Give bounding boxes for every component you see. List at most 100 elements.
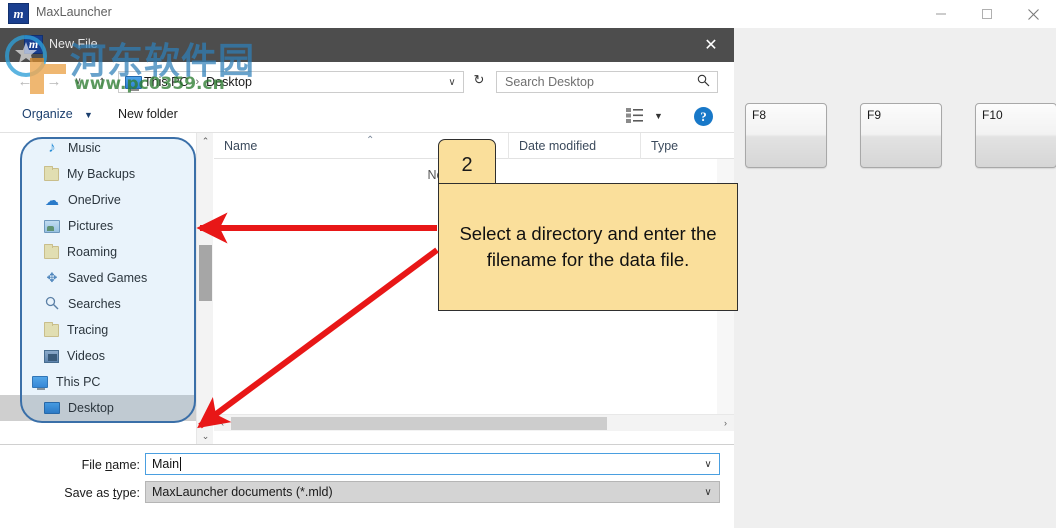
folder-icon xyxy=(44,243,59,259)
nav-item-videos[interactable]: Videos xyxy=(0,343,196,369)
desktop-icon xyxy=(44,402,60,414)
nav-item-label: Videos xyxy=(67,349,105,363)
nav-item-label: Roaming xyxy=(67,245,118,259)
file-name-input[interactable]: Main ∨ xyxy=(145,453,720,475)
command-bar: Organize ▼ New folder ▼ ? xyxy=(0,100,734,132)
navigation-list: ♪ Music My Backups ☁ OneDrive Pictures R… xyxy=(0,135,196,421)
navigation-bar: ← → ∨ ↑ This PC › Desktop ∨ ↻ Search Des… xyxy=(0,62,734,100)
nav-item-label: Searches xyxy=(68,297,121,311)
new-folder-button[interactable]: New folder xyxy=(118,107,178,121)
fkey-label: F10 xyxy=(982,108,1003,122)
sort-indicator-icon: ⌃ xyxy=(366,135,375,146)
maxlauncher-icon: m xyxy=(8,3,29,24)
folder-icon xyxy=(44,321,59,337)
column-header-date-modified[interactable]: Date modified xyxy=(508,133,640,159)
nav-buttons: ← → ∨ ↑ xyxy=(12,69,115,93)
minimize-icon[interactable] xyxy=(918,0,964,28)
scrollbar-thumb[interactable] xyxy=(199,245,212,301)
file-name-label: File name: xyxy=(81,458,140,472)
search-placeholder: Search Desktop xyxy=(505,75,594,89)
fkey-button[interactable]: F8 xyxy=(745,103,827,168)
annotation-text: Select a directory and enter the filenam… xyxy=(459,222,717,270)
annotation-callout: Select a directory and enter the filenam… xyxy=(438,183,738,311)
fkey-label: F8 xyxy=(752,108,767,122)
nav-item-desktop[interactable]: Desktop xyxy=(0,395,196,421)
nav-item-label: OneDrive xyxy=(68,193,121,207)
forward-icon[interactable]: → xyxy=(41,69,67,93)
maximize-icon[interactable] xyxy=(964,0,1010,28)
fkey-label: F9 xyxy=(867,108,882,122)
saved-games-icon: ✥ xyxy=(46,270,58,285)
nav-item-label: My Backups xyxy=(67,167,136,181)
scroll-right-icon[interactable]: › xyxy=(717,415,734,432)
scroll-down-icon[interactable]: ⌄ xyxy=(197,428,214,445)
save-as-type-label: Save as type: xyxy=(64,486,140,500)
up-icon[interactable]: ↑ xyxy=(89,69,115,93)
organize-button[interactable]: Organize xyxy=(22,107,73,121)
save-as-type-select[interactable]: MaxLauncher documents (*.mld) ∨ xyxy=(145,481,720,503)
navigation-pane: ♪ Music My Backups ☁ OneDrive Pictures R… xyxy=(0,133,196,445)
fkey-button[interactable]: F10 xyxy=(975,103,1056,168)
nav-item-label: Desktop xyxy=(68,401,114,415)
chevron-down-icon[interactable]: ▼ xyxy=(654,111,663,121)
nav-item-roaming[interactable]: Roaming xyxy=(0,239,196,265)
chevron-down-icon[interactable]: ∨ xyxy=(697,487,719,498)
nav-item-tracing[interactable]: Tracing xyxy=(0,317,196,343)
nav-item-saved-games[interactable]: ✥ Saved Games xyxy=(0,265,196,291)
fkey-button[interactable]: F9 xyxy=(860,103,942,168)
back-icon[interactable]: ← xyxy=(12,69,38,93)
nav-item-label: Music xyxy=(68,141,101,155)
view-layout-icon[interactable] xyxy=(626,108,643,128)
file-name-value: Main xyxy=(152,457,180,471)
scroll-up-icon[interactable]: ⌃ xyxy=(197,133,214,150)
scroll-left-icon[interactable]: ‹ xyxy=(214,415,231,432)
dialog-app-icon: m xyxy=(24,35,43,54)
annotation-step-badge: 2 xyxy=(438,139,496,186)
breadcrumb-this-pc[interactable]: This PC xyxy=(142,75,190,89)
search-folder-icon xyxy=(44,296,60,312)
address-bar[interactable]: This PC › Desktop ∨ xyxy=(118,71,464,93)
search-icon[interactable] xyxy=(697,74,710,90)
refresh-icon[interactable]: ↻ xyxy=(468,72,490,92)
nav-item-label: Saved Games xyxy=(68,271,148,285)
chevron-down-icon[interactable]: ▼ xyxy=(84,110,93,120)
this-pc-icon xyxy=(125,75,142,91)
nav-item-music[interactable]: ♪ Music xyxy=(0,135,196,161)
pictures-icon xyxy=(44,219,60,233)
text-caret xyxy=(180,457,182,471)
save-as-type-value: MaxLauncher documents (*.mld) xyxy=(152,485,333,499)
breadcrumb-separator: › xyxy=(195,76,200,88)
nav-item-label: Pictures xyxy=(68,219,114,233)
close-icon[interactable] xyxy=(1010,0,1056,28)
breadcrumb-desktop[interactable]: Desktop xyxy=(204,75,254,89)
nav-item-searches[interactable]: Searches xyxy=(0,291,196,317)
navpane-scrollbar[interactable]: ⌃ ⌄ xyxy=(196,133,213,445)
window-controls xyxy=(918,0,1056,28)
this-pc-icon xyxy=(32,376,48,390)
nav-item-label: Tracing xyxy=(67,323,109,337)
chevron-down-icon[interactable]: ∨ xyxy=(441,77,463,88)
scrollbar-thumb[interactable] xyxy=(231,417,607,430)
dialog-close-icon[interactable]: ✕ xyxy=(688,28,734,62)
search-box[interactable]: Search Desktop xyxy=(496,71,718,93)
folder-icon xyxy=(44,165,59,181)
app-titlebar: m MaxLauncher xyxy=(0,0,1056,28)
nav-item-label: This PC xyxy=(56,375,101,389)
help-icon[interactable]: ? xyxy=(694,107,713,126)
column-header-type[interactable]: Type xyxy=(640,133,734,159)
app-title: MaxLauncher xyxy=(36,5,112,19)
nav-item-onedrive[interactable]: ☁ OneDrive xyxy=(0,187,196,213)
file-list-horizontal-scrollbar[interactable]: ‹ › xyxy=(214,414,734,431)
onedrive-icon: ☁ xyxy=(45,192,59,208)
dialog-titlebar: m New File ✕ xyxy=(0,28,734,62)
dialog-title: New File xyxy=(49,37,98,51)
music-icon: ♪ xyxy=(48,139,56,156)
videos-icon xyxy=(44,349,59,363)
chevron-down-icon[interactable]: ∨ xyxy=(697,459,719,470)
nav-item-my-backups[interactable]: My Backups xyxy=(0,161,196,187)
nav-item-pictures[interactable]: Pictures xyxy=(0,213,196,239)
screenshot-root: m MaxLauncher F8 F9 F10 m New File ✕ ← →… xyxy=(0,0,1056,528)
fkey-button-group: F8 F9 F10 xyxy=(745,103,1056,168)
recent-locations-icon[interactable]: ∨ xyxy=(70,69,86,93)
nav-item-this-pc[interactable]: This PC xyxy=(0,369,196,395)
